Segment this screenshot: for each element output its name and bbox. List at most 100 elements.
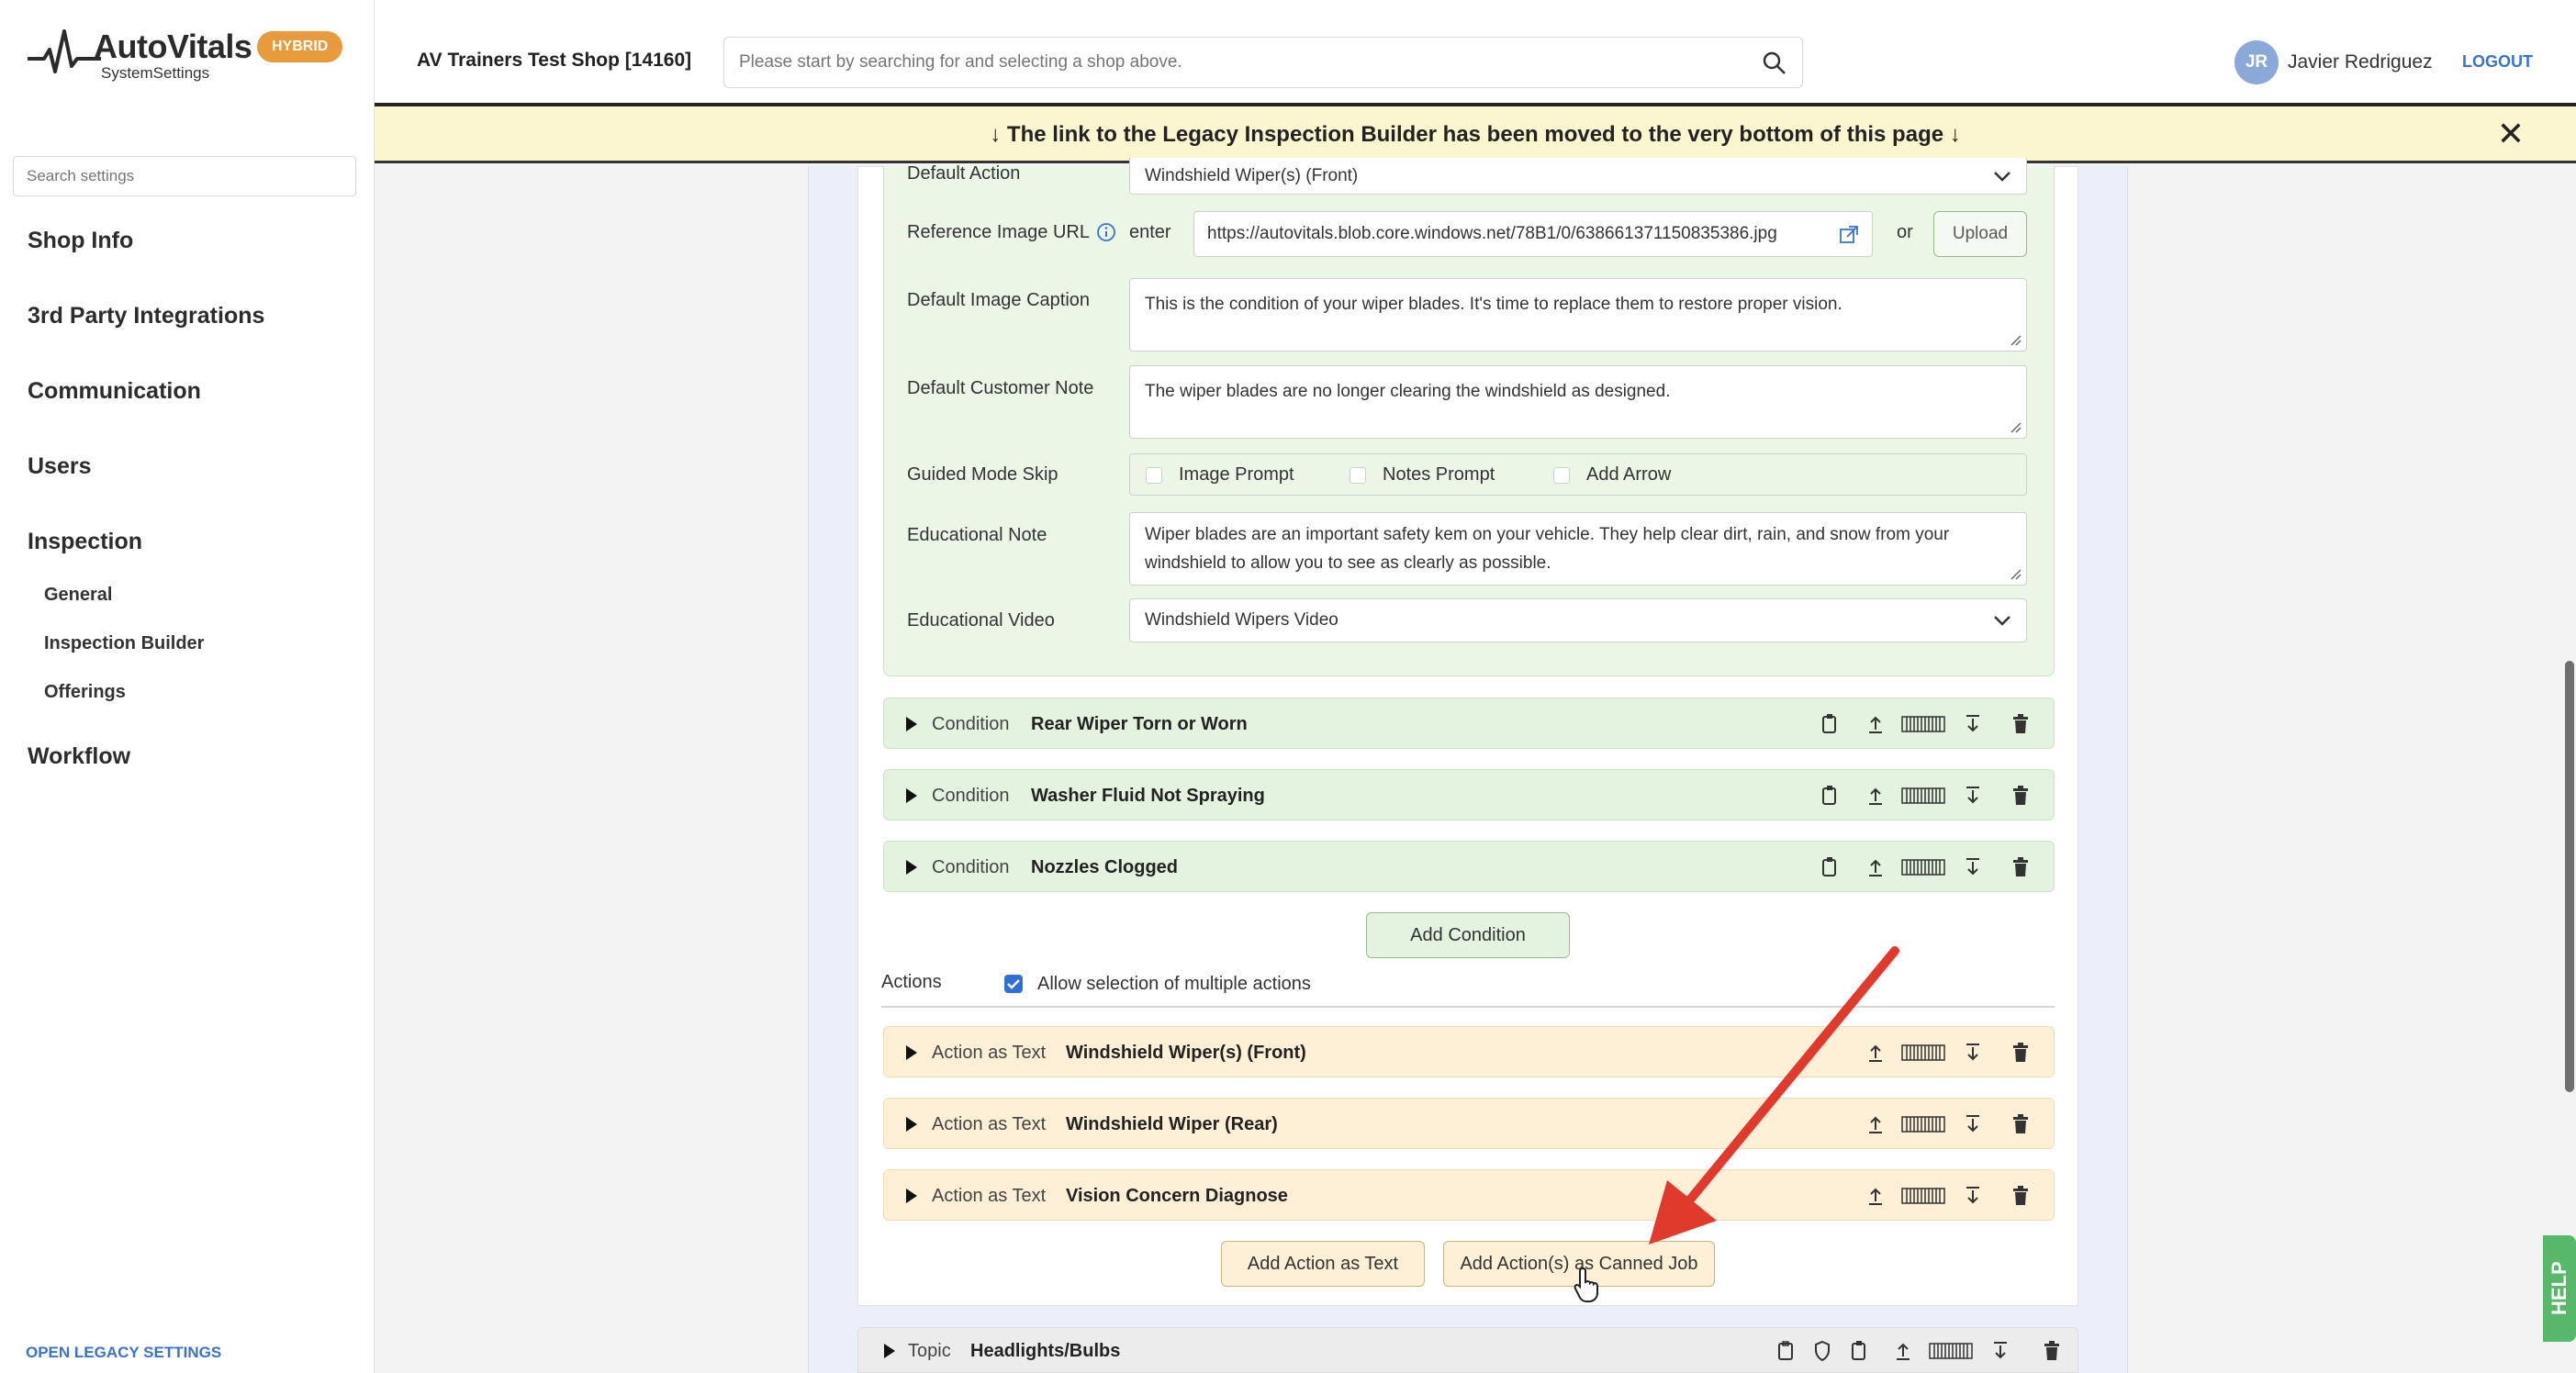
move-to-bottom-icon[interactable] xyxy=(1964,1185,1982,1207)
trash-icon[interactable] xyxy=(2011,1042,2030,1064)
move-to-bottom-icon[interactable] xyxy=(1991,1340,2010,1362)
guided-mode-skip-label: Guided Mode Skip xyxy=(907,464,1058,485)
drag-handle-icon[interactable] xyxy=(1901,713,1945,735)
move-to-top-icon[interactable] xyxy=(1866,1185,1885,1207)
move-to-bottom-icon[interactable] xyxy=(1964,1042,1982,1064)
upload-button[interactable]: Upload xyxy=(1933,211,2027,257)
row-type: Condition xyxy=(932,786,1010,806)
default-action-select[interactable]: Windshield Wiper(s) (Front) xyxy=(1129,158,2027,195)
close-icon[interactable]: ✕ xyxy=(2497,117,2525,151)
condition-row-rear-wiper[interactable]: Condition Rear Wiper Torn or Worn xyxy=(883,698,2055,749)
default-image-caption-input[interactable]: This is the condition of your wiper blad… xyxy=(1129,278,2027,352)
move-to-top-icon[interactable] xyxy=(1866,856,1885,878)
expand-triangle-icon[interactable] xyxy=(906,860,917,875)
resize-handle-icon[interactable] xyxy=(2010,334,2022,347)
expand-triangle-icon[interactable] xyxy=(906,1045,917,1060)
move-to-top-icon[interactable] xyxy=(1894,1340,1912,1362)
allow-multiple-label: Allow selection of multiple actions xyxy=(1037,974,1311,994)
educational-note-input[interactable]: Wiper blades are an important safety kem… xyxy=(1129,512,2027,586)
add-action-as-text-button[interactable]: Add Action as Text xyxy=(1221,1241,1425,1287)
nav-shop-info[interactable]: Shop Info xyxy=(28,228,133,254)
resize-handle-icon[interactable] xyxy=(2010,421,2022,434)
action-row-rear-wiper[interactable]: Action as Text Windshield Wiper (Rear) xyxy=(883,1098,2055,1149)
drag-handle-icon[interactable] xyxy=(1901,1113,1945,1135)
drag-handle-icon[interactable] xyxy=(1901,856,1945,878)
hybrid-badge: HYBRID xyxy=(257,31,343,62)
copy-icon[interactable] xyxy=(1820,785,1839,807)
topic-row-headlights[interactable]: Topic Headlights/Bulbs xyxy=(857,1327,2078,1373)
nav-inspection-general[interactable]: General xyxy=(44,585,112,606)
nav-inspection-builder[interactable]: Inspection Builder xyxy=(44,633,204,654)
educational-video-select[interactable]: Windshield Wipers Video xyxy=(1129,598,2027,642)
move-to-top-icon[interactable] xyxy=(1866,785,1885,807)
educational-note-label: Educational Note xyxy=(907,525,1047,545)
row-name: Vision Concern Diagnose xyxy=(1066,1186,1288,1206)
drag-handle-icon[interactable] xyxy=(1901,1042,1945,1064)
clipboard-icon[interactable] xyxy=(1776,1340,1795,1362)
trash-icon[interactable] xyxy=(2011,856,2030,878)
nav-3rd-party-integrations[interactable]: 3rd Party Integrations xyxy=(28,303,264,329)
trash-icon[interactable] xyxy=(2043,1340,2061,1362)
action-row-front-wiper[interactable]: Action as Text Windshield Wiper(s) (Fron… xyxy=(883,1026,2055,1077)
external-link-icon[interactable] xyxy=(1839,225,1859,245)
open-legacy-settings-link[interactable]: OPEN LEGACY SETTINGS xyxy=(26,1344,221,1362)
move-to-bottom-icon[interactable] xyxy=(1964,1113,1982,1135)
search-icon[interactable] xyxy=(1762,50,1787,76)
add-arrow-checkbox[interactable]: Add Arrow xyxy=(1553,464,1671,486)
move-to-bottom-icon[interactable] xyxy=(1964,713,1982,735)
expand-triangle-icon[interactable] xyxy=(884,1344,895,1358)
nav-users[interactable]: Users xyxy=(28,453,92,480)
condition-row-washer-fluid[interactable]: Condition Washer Fluid Not Spraying xyxy=(883,769,2055,820)
logout-link[interactable]: LOGOUT xyxy=(2462,52,2533,72)
action-row-vision-concern[interactable]: Action as Text Vision Concern Diagnose xyxy=(883,1169,2055,1221)
scrollbar[interactable] xyxy=(2565,661,2574,1092)
expand-triangle-icon[interactable] xyxy=(906,1189,917,1203)
condition-row-nozzles-clogged[interactable]: Condition Nozzles Clogged xyxy=(883,841,2055,892)
cursor-hand-icon xyxy=(1574,1267,1598,1302)
help-tab[interactable]: HELP xyxy=(2543,1235,2576,1342)
image-prompt-checkbox[interactable]: Image Prompt xyxy=(1146,464,1294,486)
move-to-bottom-icon[interactable] xyxy=(1964,785,1982,807)
reference-image-url-value: https://autovitals.blob.core.windows.net… xyxy=(1207,224,1777,243)
nav-inspection-offerings[interactable]: Offerings xyxy=(44,682,126,703)
educational-video-label: Educational Video xyxy=(907,610,1055,631)
copy-icon[interactable] xyxy=(1850,1340,1868,1362)
drag-handle-icon[interactable] xyxy=(1901,1185,1945,1207)
copy-icon[interactable] xyxy=(1820,713,1839,735)
drag-handle-icon[interactable] xyxy=(1901,785,1945,807)
expand-triangle-icon[interactable] xyxy=(906,1117,917,1132)
avatar[interactable]: JR xyxy=(2234,40,2279,84)
notes-prompt-checkbox[interactable]: Notes Prompt xyxy=(1350,464,1495,486)
checkbox[interactable] xyxy=(1350,466,1366,484)
trash-icon[interactable] xyxy=(2011,1185,2030,1207)
shop-search[interactable] xyxy=(723,37,1803,88)
settings-search-input[interactable] xyxy=(13,156,356,196)
allow-multiple-checkbox[interactable] xyxy=(1004,975,1023,993)
move-to-top-icon[interactable] xyxy=(1866,713,1885,735)
nav-communication[interactable]: Communication xyxy=(28,378,201,405)
default-customer-note-input[interactable]: The wiper blades are no longer clearing … xyxy=(1129,365,2027,439)
checkbox[interactable] xyxy=(1146,466,1162,484)
shield-icon[interactable] xyxy=(1813,1340,1831,1362)
expand-triangle-icon[interactable] xyxy=(906,717,917,731)
move-to-top-icon[interactable] xyxy=(1866,1042,1885,1064)
nav-inspection[interactable]: Inspection xyxy=(28,529,142,555)
reference-image-url-input[interactable]: https://autovitals.blob.core.windows.net… xyxy=(1193,211,1873,257)
move-to-top-icon[interactable] xyxy=(1866,1113,1885,1135)
default-image-caption-value: This is the condition of your wiper blad… xyxy=(1145,295,1842,314)
drag-handle-icon[interactable] xyxy=(1929,1340,1973,1362)
shop-search-input[interactable] xyxy=(724,38,1716,87)
trash-icon[interactable] xyxy=(2011,1113,2030,1135)
expand-triangle-icon[interactable] xyxy=(906,788,917,803)
nav-workflow[interactable]: Workflow xyxy=(28,743,130,770)
resize-handle-icon[interactable] xyxy=(2010,568,2022,581)
add-condition-button[interactable]: Add Condition xyxy=(1366,912,1570,958)
logo[interactable]: AutoVitals SystemSettings HYBRID xyxy=(28,26,358,90)
copy-icon[interactable] xyxy=(1820,856,1839,878)
checkbox[interactable] xyxy=(1553,466,1570,484)
trash-icon[interactable] xyxy=(2011,713,2030,735)
info-icon[interactable] xyxy=(1096,222,1116,242)
heartbeat-icon xyxy=(28,29,101,73)
move-to-bottom-icon[interactable] xyxy=(1964,856,1982,878)
trash-icon[interactable] xyxy=(2011,785,2030,807)
